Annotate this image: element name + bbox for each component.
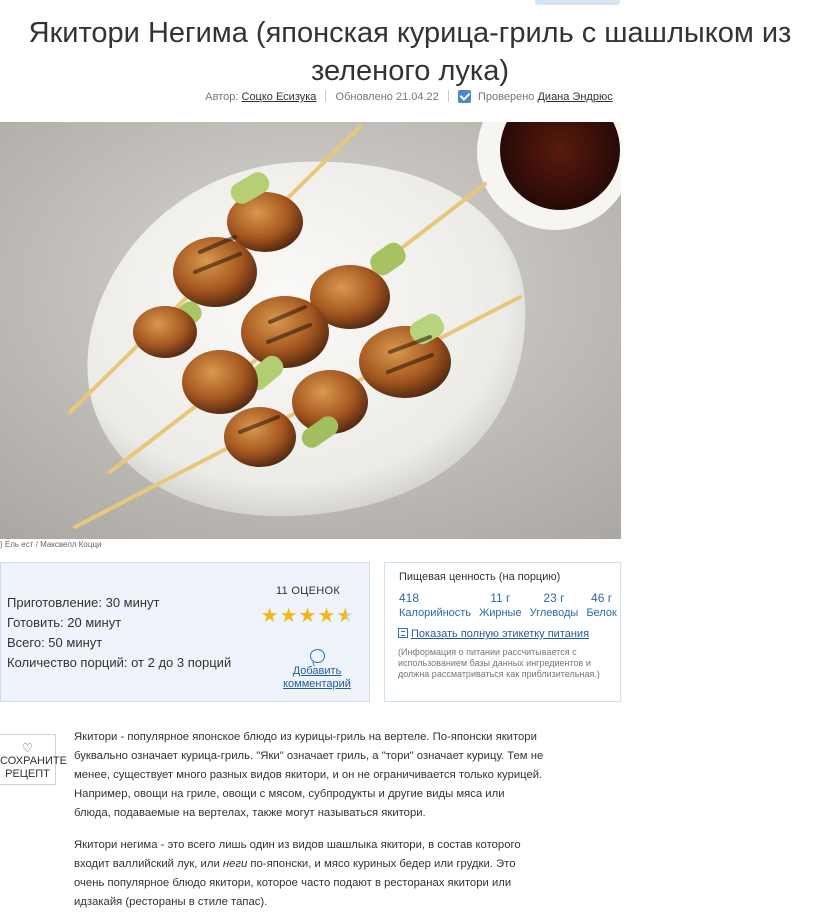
author-prefix: Автор: (205, 91, 239, 103)
byline: Автор: Соцко Есизука Обновлено 21.04.22 … (0, 90, 818, 103)
prep-time: Приготовление: 30 минут (7, 595, 160, 610)
nutrition-values: 418 Калорийность 11 г Жирные 23 г Углево… (399, 591, 625, 619)
verifier-link[interactable]: Диана Эндрюс (537, 91, 612, 103)
recipe-photo (0, 122, 621, 539)
recipe-times: Приготовление: 30 минут Готовить: 20 мин… (7, 593, 231, 673)
recipe-stats-panel: Приготовление: 30 минут Готовить: 20 мин… (0, 562, 370, 702)
yakitori-photo (0, 122, 621, 539)
page-title: Якитори Негима (японская курица-гриль с … (28, 17, 792, 87)
save-recipe-label: СОХРАНИТЕ РЕЦЕПТ (0, 755, 67, 780)
star-icon: ★ (298, 605, 318, 627)
protein-label: Белок (586, 607, 617, 619)
author-link[interactable]: Соцко Есизука (242, 91, 317, 103)
total-time: Всего: 50 минут (7, 635, 103, 650)
calories-value: 418 (399, 591, 420, 605)
fat-value: 11 г (490, 591, 511, 605)
fat-label: Жирные (479, 607, 522, 619)
add-comment-link[interactable]: Добавить комментарий (277, 649, 357, 691)
paragraph-emphasis: неги (222, 858, 248, 870)
byline-divider (447, 90, 449, 102)
rating-count: 11 ОЦЕНОК (275, 585, 341, 597)
top-strip (535, 0, 620, 5)
rating-block: 11 ОЦЕНОК ★★★★★ (253, 585, 363, 628)
carbs-value: 23 г (543, 591, 565, 605)
nutrition-calories: 418 Калорийность (399, 591, 471, 619)
calories-label: Калорийность (399, 607, 472, 619)
photo-credit: ) Ель ест / Максвелл Коцци (0, 540, 102, 549)
verified-prefix: Проверено (477, 91, 535, 103)
half-star-icon: ★ (336, 605, 356, 627)
byline-divider (325, 90, 327, 102)
servings: Количество порций: от 2 до 3 порций (7, 655, 232, 670)
nutrition-fat: 11 г Жирные (479, 591, 522, 619)
carbs-label: Углеводы (529, 607, 579, 619)
show-nutrition-label-link[interactable]: Показать полную этикетку питания (398, 628, 589, 640)
protein-value: 46 г (591, 591, 613, 605)
star-icon: ★ (279, 605, 299, 627)
nutrition-link-label: Показать полную этикетку питания (411, 628, 590, 640)
star-rating[interactable]: ★★★★★ (253, 603, 363, 628)
nutrition-header: Пищевая ценность (на порцию) (399, 571, 561, 583)
document-icon (398, 628, 408, 638)
check-icon (457, 90, 471, 103)
nutrition-carbs: 23 г Углеводы (530, 591, 579, 619)
updated-date: Обновлено 21.04.22 (335, 91, 439, 103)
cook-time: Готовить: 20 минут (7, 615, 122, 630)
article-paragraph: Якитори негима - это всего лишь один из … (74, 836, 544, 912)
star-icon: ★ (317, 605, 337, 627)
nutrition-protein: 46 г Белок (586, 591, 616, 619)
save-recipe-button[interactable]: ♡ СОХРАНИТЕ РЕЦЕПТ (0, 734, 67, 785)
star-icon: ★ (260, 605, 280, 627)
comment-bubble-icon (309, 649, 325, 663)
add-comment-label: Добавить комментарий (283, 665, 351, 690)
article-paragraph: Якитори - популярное японское блюдо из к… (74, 731, 544, 819)
nutrition-note: (Информация о питании рассчитывается с и… (398, 647, 600, 679)
nutrition-panel: Пищевая ценность (на порцию) 418 Калорий… (384, 562, 621, 702)
heart-icon: ♡ (22, 741, 33, 755)
article-body: Якитори - популярное японское блюдо из к… (74, 728, 544, 914)
